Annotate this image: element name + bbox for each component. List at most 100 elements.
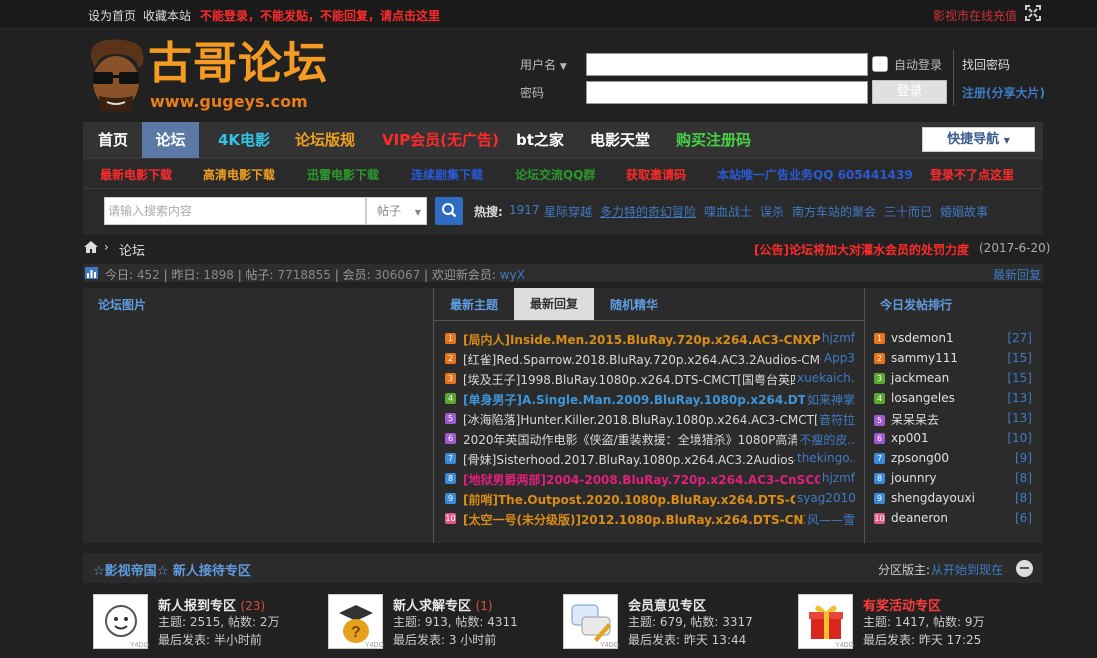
thread-title[interactable]: [局内人]Inside.Men.2015.BluRay.720p.x264.AC… bbox=[463, 331, 821, 347]
forum-name-text[interactable]: 有奖活动专区 bbox=[863, 599, 941, 614]
username-input[interactable] bbox=[586, 53, 868, 76]
newest-member-link[interactable]: wyX bbox=[500, 268, 525, 282]
nav-forum[interactable]: 论坛 bbox=[142, 122, 199, 158]
thread-row[interactable]: 2 [红雀]Red.Sparrow.2018.BluRay.720p.x264.A… bbox=[445, 351, 855, 367]
subnav-tv-series[interactable]: 连续剧集下载 bbox=[411, 166, 483, 183]
ranking-user[interactable]: zpsong00 bbox=[891, 451, 949, 465]
thread-row[interactable]: 9 [前哨]The.Outpost.2020.1080p.BluRay.x264.… bbox=[445, 491, 855, 507]
face-icon[interactable]: Y4DG bbox=[93, 594, 149, 649]
forum-name-text[interactable]: 新人报到专区 bbox=[158, 599, 236, 614]
thread-author[interactable]: xuekaich.. bbox=[795, 371, 855, 385]
ranking-user[interactable]: deaneron bbox=[891, 511, 948, 525]
forum-name-text[interactable]: 新人求解专区 bbox=[393, 599, 471, 614]
feedback-icon[interactable]: Y4DG bbox=[563, 594, 619, 649]
hot-search-item[interactable]: 南方车站的聚会 bbox=[792, 203, 876, 220]
breadcrumb-current[interactable]: 论坛 bbox=[119, 240, 145, 259]
nav-bt-home[interactable]: bt之家 bbox=[516, 122, 564, 158]
nav-buy-code[interactable]: 购买注册码 bbox=[676, 122, 751, 158]
forum-name[interactable]: 新人求解专区 (1) bbox=[393, 595, 493, 614]
hot-search-item[interactable]: 1917 bbox=[509, 203, 540, 217]
ranking-user[interactable]: jackmean bbox=[891, 371, 949, 385]
thread-title[interactable]: [埃及王子]1998.BluRay.1080p.x264.DTS-CMCT[国粤… bbox=[463, 371, 821, 387]
ranking-user[interactable]: losangeles bbox=[891, 391, 955, 405]
thread-author[interactable]: syag2010 bbox=[795, 491, 855, 505]
subnav-thunder-movies[interactable]: 迅雷电影下载 bbox=[307, 166, 379, 183]
hot-search-item[interactable]: 喋血战士 bbox=[704, 203, 752, 220]
thread-row[interactable]: 10 [太空一号(未分级版)]2012.1080p.BluRay.x264.DTS… bbox=[445, 511, 855, 527]
hot-search-item[interactable]: 多力特的奇幻冒险 bbox=[600, 203, 696, 220]
moderator-link[interactable]: 从开始到现在 bbox=[931, 561, 1003, 578]
forum-last-post[interactable]: 最后发表: 昨天 17:25 bbox=[863, 631, 981, 648]
ranking-user[interactable]: vsdemon1 bbox=[891, 331, 954, 345]
thread-row[interactable]: 6 2020年英国动作电影《侠盗/重装救援：全境猎杀》1080P高清 不瘦的皮.. bbox=[445, 431, 855, 447]
recharge-link[interactable]: 影视市在线充值 bbox=[933, 7, 1017, 24]
thread-author[interactable]: 音符拉 bbox=[816, 411, 855, 427]
search-input[interactable]: 请输入搜索内容 bbox=[104, 197, 366, 225]
set-home-link[interactable]: 设为首页 bbox=[88, 7, 136, 24]
forum-name[interactable]: 新人报到专区 (23) bbox=[158, 595, 265, 614]
logo-title[interactable]: 古哥论坛 bbox=[148, 38, 328, 90]
nav-home[interactable]: 首页 bbox=[98, 122, 128, 158]
find-password-link[interactable]: 找回密码 bbox=[962, 56, 1010, 73]
auto-login-checkbox[interactable] bbox=[872, 56, 888, 72]
password-input[interactable] bbox=[586, 81, 868, 104]
username-label[interactable]: 用户名 ▼ bbox=[520, 56, 567, 73]
thread-author[interactable]: 如来神掌 bbox=[804, 391, 855, 407]
ranking-user[interactable]: sammy111 bbox=[891, 351, 958, 365]
ranking-user[interactable]: shengdayouxi bbox=[891, 491, 975, 505]
logo-mascot-icon[interactable] bbox=[85, 38, 147, 114]
thread-title[interactable]: [单身男子]A.Single.Man.2009.BluRay.1080p.x26… bbox=[463, 391, 821, 407]
bookmark-link[interactable]: 收藏本站 bbox=[143, 7, 191, 24]
thread-row[interactable]: 8 [地狱男爵两部]2004-2008.BluRay.720p.x264.AC3-… bbox=[445, 471, 855, 487]
thread-row[interactable]: 5 [冰海陷落]Hunter.Killer.2018.BluRay.1080p.x… bbox=[445, 411, 855, 427]
thread-title[interactable]: [骨妹]Sisterhood.2017.BluRay.1080p.x264.AC… bbox=[463, 451, 821, 467]
subnav-ad-contact[interactable]: 本站唯一广告业务QQ 605441439 bbox=[717, 166, 913, 183]
hot-search-item[interactable]: 星际穿越 bbox=[544, 203, 592, 220]
ranking-user[interactable]: xp001 bbox=[891, 431, 929, 445]
thread-title[interactable]: [地狱男爵两部]2004-2008.BluRay.720p.x264.AC3-C… bbox=[463, 471, 821, 487]
forum-last-post[interactable]: 最后发表: 昨天 13:44 bbox=[628, 631, 746, 648]
fullscreen-icon[interactable] bbox=[1025, 5, 1041, 24]
tab-random-featured[interactable]: 随机精华 bbox=[610, 296, 658, 313]
register-link[interactable]: 注册(分享大片) bbox=[962, 84, 1045, 101]
thread-title[interactable]: [太空一号(未分级版)]2012.1080p.BluRay.x264.DTS-C… bbox=[463, 511, 821, 527]
subnav-hd-movies[interactable]: 高清电影下载 bbox=[203, 166, 275, 183]
forum-name-text[interactable]: 会员意见专区 bbox=[628, 599, 706, 614]
category-title[interactable]: ☆影视帝国☆ 新人接待专区 bbox=[93, 560, 251, 579]
forum-last-post[interactable]: 最后发表: 3 小时前 bbox=[393, 631, 496, 648]
thread-author[interactable]: 风——雪 bbox=[804, 511, 855, 527]
hot-search-item[interactable]: 婚姻故事 bbox=[940, 203, 988, 220]
forum-last-post[interactable]: 最后发表: 半小时前 bbox=[158, 631, 262, 648]
subnav-invite-code[interactable]: 获取邀请码 bbox=[626, 166, 686, 183]
nav-4k-movies[interactable]: 4K电影 bbox=[218, 122, 270, 158]
thread-author[interactable]: 不瘦的皮.. bbox=[797, 431, 855, 447]
gift-icon[interactable]: Y4DG bbox=[798, 594, 854, 649]
hot-search-item[interactable]: 误杀 bbox=[760, 203, 784, 220]
home-icon[interactable] bbox=[83, 240, 99, 254]
nav-movie-heaven[interactable]: 电影天堂 bbox=[590, 122, 650, 158]
thread-author[interactable]: hjzmf bbox=[819, 471, 855, 485]
subnav-qq-group[interactable]: 论坛交流QQ群 bbox=[515, 166, 595, 183]
nav-forum-rules[interactable]: 论坛版规 bbox=[295, 122, 355, 158]
forum-name[interactable]: 会员意见专区 bbox=[628, 595, 706, 614]
forum-name[interactable]: 有奖活动专区 bbox=[863, 595, 941, 614]
search-button[interactable] bbox=[435, 197, 463, 225]
thread-author[interactable]: thekingo.. bbox=[795, 451, 855, 465]
subnav-login-help[interactable]: 登录不了点这里 bbox=[930, 166, 1014, 183]
thread-row[interactable]: 3 [埃及王子]1998.BluRay.1080p.x264.DTS-CMCT[国… bbox=[445, 371, 855, 387]
subnav-latest-movies[interactable]: 最新电影下载 bbox=[100, 166, 172, 183]
search-type-select[interactable]: 帖子 ▼ bbox=[366, 197, 427, 225]
thread-title[interactable]: [红雀]Red.Sparrow.2018.BluRay.720p.x264.AC… bbox=[463, 351, 821, 367]
thread-author[interactable]: hjzmf bbox=[819, 331, 855, 345]
thread-row[interactable]: 4 [单身男子]A.Single.Man.2009.BluRay.1080p.x2… bbox=[445, 391, 855, 407]
announcement-link[interactable]: [公告]论坛将加大对灌水会员的处罚力度 bbox=[754, 241, 969, 258]
thread-row[interactable]: 1 [局内人]Inside.Men.2015.BluRay.720p.x264.A… bbox=[445, 331, 855, 347]
thread-title[interactable]: [前哨]The.Outpost.2020.1080p.BluRay.x264.D… bbox=[463, 491, 821, 507]
ranking-user[interactable]: jounnry bbox=[891, 471, 937, 485]
nav-vip[interactable]: VIP会员(无广告) bbox=[382, 122, 499, 158]
login-warning-link[interactable]: 不能登录，不能发贴，不能回复，请点击这里 bbox=[200, 7, 440, 24]
quick-nav-button[interactable]: 快捷导航 ▼ bbox=[922, 127, 1035, 152]
thread-title[interactable]: 2020年英国动作电影《侠盗/重装救援：全境猎杀》1080P高清 bbox=[463, 431, 821, 447]
collapse-icon[interactable] bbox=[1016, 560, 1033, 577]
tab-latest-threads[interactable]: 最新主题 bbox=[450, 296, 498, 313]
